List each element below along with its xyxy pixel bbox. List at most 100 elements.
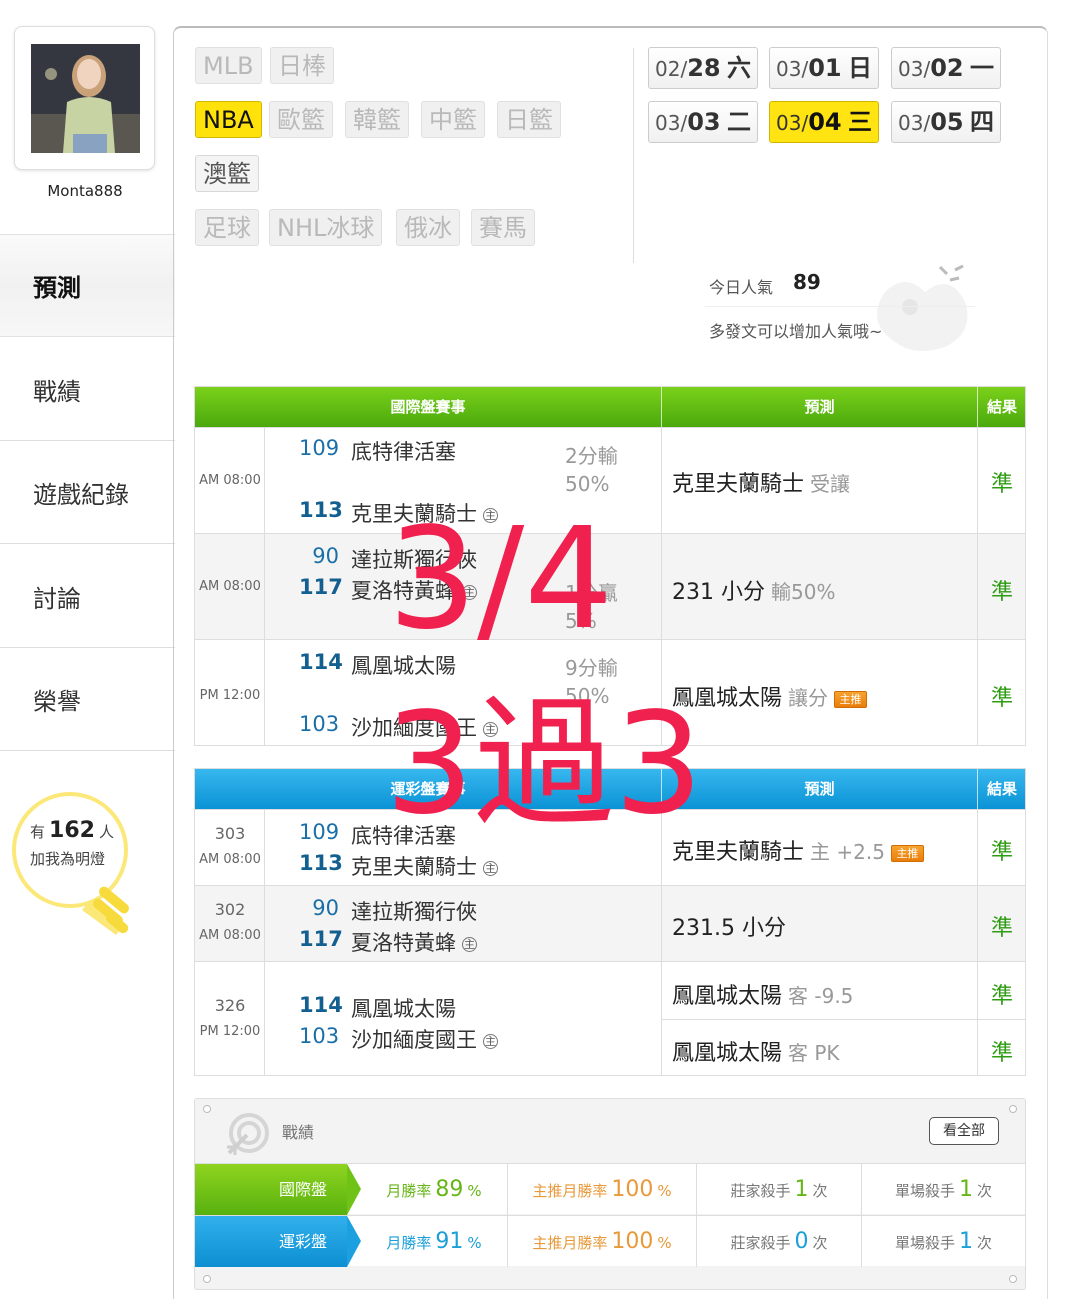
away-team: 鳳凰城太陽 <box>351 997 456 1021</box>
nav-game-history[interactable]: 遊戲紀錄 <box>0 441 175 544</box>
table-row: AM 08:00 109 底特律活塞 113 克里夫蘭騎士主 2分輸 50% 克里… <box>195 427 1025 533</box>
prediction: 231.5 小分 <box>672 916 786 941</box>
prediction: 鳳凰城太陽客 PK <box>672 1041 840 1066</box>
home-score: 113 <box>299 498 343 522</box>
lottery-odds-table: 運彩盤賽事 預測 結果 303 AM 08:00 109 底特律活塞 113 克里… <box>194 768 1026 1076</box>
avatar-card[interactable] <box>14 26 155 170</box>
single-killer: 單場殺手 1 次 <box>894 1229 993 1254</box>
single-killer: 單場殺手 1 次 <box>894 1177 993 1202</box>
game-time: AM 08:00 <box>199 852 261 867</box>
target-icon <box>227 1113 269 1155</box>
banker-killer: 莊家殺手 1 次 <box>697 1164 862 1215</box>
sport-tab-cba[interactable]: 中籃 <box>421 101 485 138</box>
see-all-button[interactable]: 看全部 <box>929 1117 999 1145</box>
away-team: 達拉斯獨行俠 <box>351 900 477 924</box>
away-score: 90 <box>312 896 339 920</box>
date-tab-0303[interactable]: 03/03 二 <box>648 101 758 143</box>
result-correct: 準 <box>990 686 1013 711</box>
avatar[interactable] <box>31 44 140 153</box>
sport-tab-mlb[interactable]: MLB <box>195 47 262 84</box>
header-match: 運彩盤賽事 <box>390 780 466 798</box>
nav-predict[interactable]: 預測 <box>0 234 175 337</box>
prediction: 克里夫蘭騎士主 +2.5 主推 <box>672 834 924 866</box>
follow-lightbulb[interactable]: 有 162 人 加我為明燈 <box>12 790 172 940</box>
table-header: 運彩盤賽事 預測 結果 <box>195 769 1025 809</box>
sport-tab-khl[interactable]: 俄冰 <box>396 209 460 246</box>
game-number: 303 <box>214 824 246 843</box>
spread-result: 1分贏 5% <box>565 581 618 633</box>
game-number: 302 <box>214 900 246 919</box>
date-tab-0305[interactable]: 03/05 四 <box>891 101 1001 143</box>
table-row: 326 PM 12:00 114 鳳凰城太陽 103 沙加緬度國王主 鳳凰城太陽客… <box>195 961 1026 1075</box>
table-row: AM 08:00 90 達拉斯獨行俠 117 夏洛特黃蜂主 1分贏 5% 231 … <box>195 533 1025 639</box>
popularity-label: 今日人氣 <box>709 278 774 297</box>
sport-tab-nbl[interactable]: 澳籃 <box>195 155 259 192</box>
sport-tab-npb[interactable]: 日棒 <box>270 47 334 84</box>
home-marker: 主 <box>483 508 498 523</box>
result-correct: 準 <box>990 840 1013 865</box>
away-score: 109 <box>299 820 340 844</box>
sport-tab-nhl[interactable]: NHL冰球 <box>269 209 383 246</box>
away-score: 109 <box>299 436 340 460</box>
home-score: 113 <box>299 851 343 875</box>
result-correct: 準 <box>990 984 1013 1009</box>
sidebar: Monta888 預測 戰績 遊戲紀錄 討論 榮譽 有 162 人 加我為明燈 <box>0 0 175 1299</box>
featured-badge: 主推 <box>834 690 868 708</box>
record-title: 戰績 <box>282 1123 315 1142</box>
intl-odds-table: 國際盤賽事 預測 結果 AM 08:00 109 底特律活塞 113 克里夫蘭騎… <box>194 386 1026 746</box>
divider <box>633 48 634 263</box>
date-tab-0228[interactable]: 02/28 六 <box>648 47 758 89</box>
date-tab-0301[interactable]: 03/01 日 <box>769 47 879 89</box>
record-summary: 戰績 看全部 國際盤 月勝率 89% 主推月勝率 100% 莊家殺手 1 次 單場殺手 1… <box>194 1098 1026 1290</box>
home-team: 沙加緬度國王主 <box>351 716 498 740</box>
header-prediction: 預測 <box>804 780 835 798</box>
fans-count: 有 162 人 <box>30 818 114 843</box>
away-team: 底特律活塞 <box>351 440 456 464</box>
home-score: 103 <box>299 712 340 736</box>
sport-tab-soccer[interactable]: 足球 <box>195 209 259 246</box>
popularity-note: 多發文可以增加人氣哦~ <box>709 322 883 341</box>
home-team: 夏洛特黃蜂主 <box>351 931 477 955</box>
home-team: 沙加緬度國王主 <box>351 1028 498 1052</box>
nav-discussion[interactable]: 討論 <box>0 545 175 648</box>
result-correct: 準 <box>990 472 1013 497</box>
away-score: 114 <box>299 993 343 1017</box>
spread-result: 9分輸 50% <box>565 656 618 708</box>
sport-tab-nba[interactable]: NBA <box>195 101 262 138</box>
sport-tab-euro-basketball[interactable]: 歐籃 <box>269 101 333 138</box>
game-time: AM 08:00 <box>199 473 261 488</box>
away-team: 達拉斯獨行俠 <box>351 548 477 572</box>
home-score: 103 <box>299 1024 340 1048</box>
away-score: 114 <box>299 650 343 674</box>
record-label: 運彩盤 <box>195 1216 347 1267</box>
home-team: 克里夫蘭騎士主 <box>351 855 498 879</box>
away-score: 90 <box>312 544 339 568</box>
username[interactable]: Monta888 <box>0 182 170 200</box>
prediction: 克里夫蘭騎士 受讓 <box>672 472 851 497</box>
away-team: 底特律活塞 <box>351 824 456 848</box>
result-correct: 準 <box>990 916 1013 941</box>
nav-record[interactable]: 戰績 <box>0 338 175 441</box>
nav-honor[interactable]: 榮譽 <box>0 648 175 751</box>
home-team: 克里夫蘭騎士主 <box>351 502 498 526</box>
home-score: 117 <box>299 575 343 599</box>
header-prediction: 預測 <box>804 398 835 416</box>
sport-tab-bleague[interactable]: 日籃 <box>497 101 561 138</box>
monthly-win-rate: 月勝率 89% <box>361 1164 508 1215</box>
sport-tab-horse-racing[interactable]: 賽馬 <box>471 209 535 246</box>
prediction: 231 小分 輸50% <box>672 580 836 605</box>
sport-tab-kbl[interactable]: 韓籃 <box>345 101 409 138</box>
header-result: 結果 <box>986 780 1017 798</box>
prediction: 鳳凰城太陽 讓分 主推 <box>672 680 868 712</box>
header-match: 國際盤賽事 <box>390 398 466 416</box>
date-tab-0304[interactable]: 03/04 三 <box>769 101 879 143</box>
featured-win-rate: 主推月勝率 100% <box>508 1164 697 1215</box>
result-correct: 準 <box>990 1041 1013 1066</box>
popularity-value: 89 <box>793 270 821 294</box>
avatar-photo <box>31 44 140 153</box>
home-marker: 主 <box>483 861 498 876</box>
result-correct: 準 <box>990 580 1013 605</box>
date-tab-0302[interactable]: 03/02 一 <box>891 47 1001 89</box>
divider <box>705 306 975 307</box>
banker-killer: 莊家殺手 0 次 <box>697 1216 862 1267</box>
